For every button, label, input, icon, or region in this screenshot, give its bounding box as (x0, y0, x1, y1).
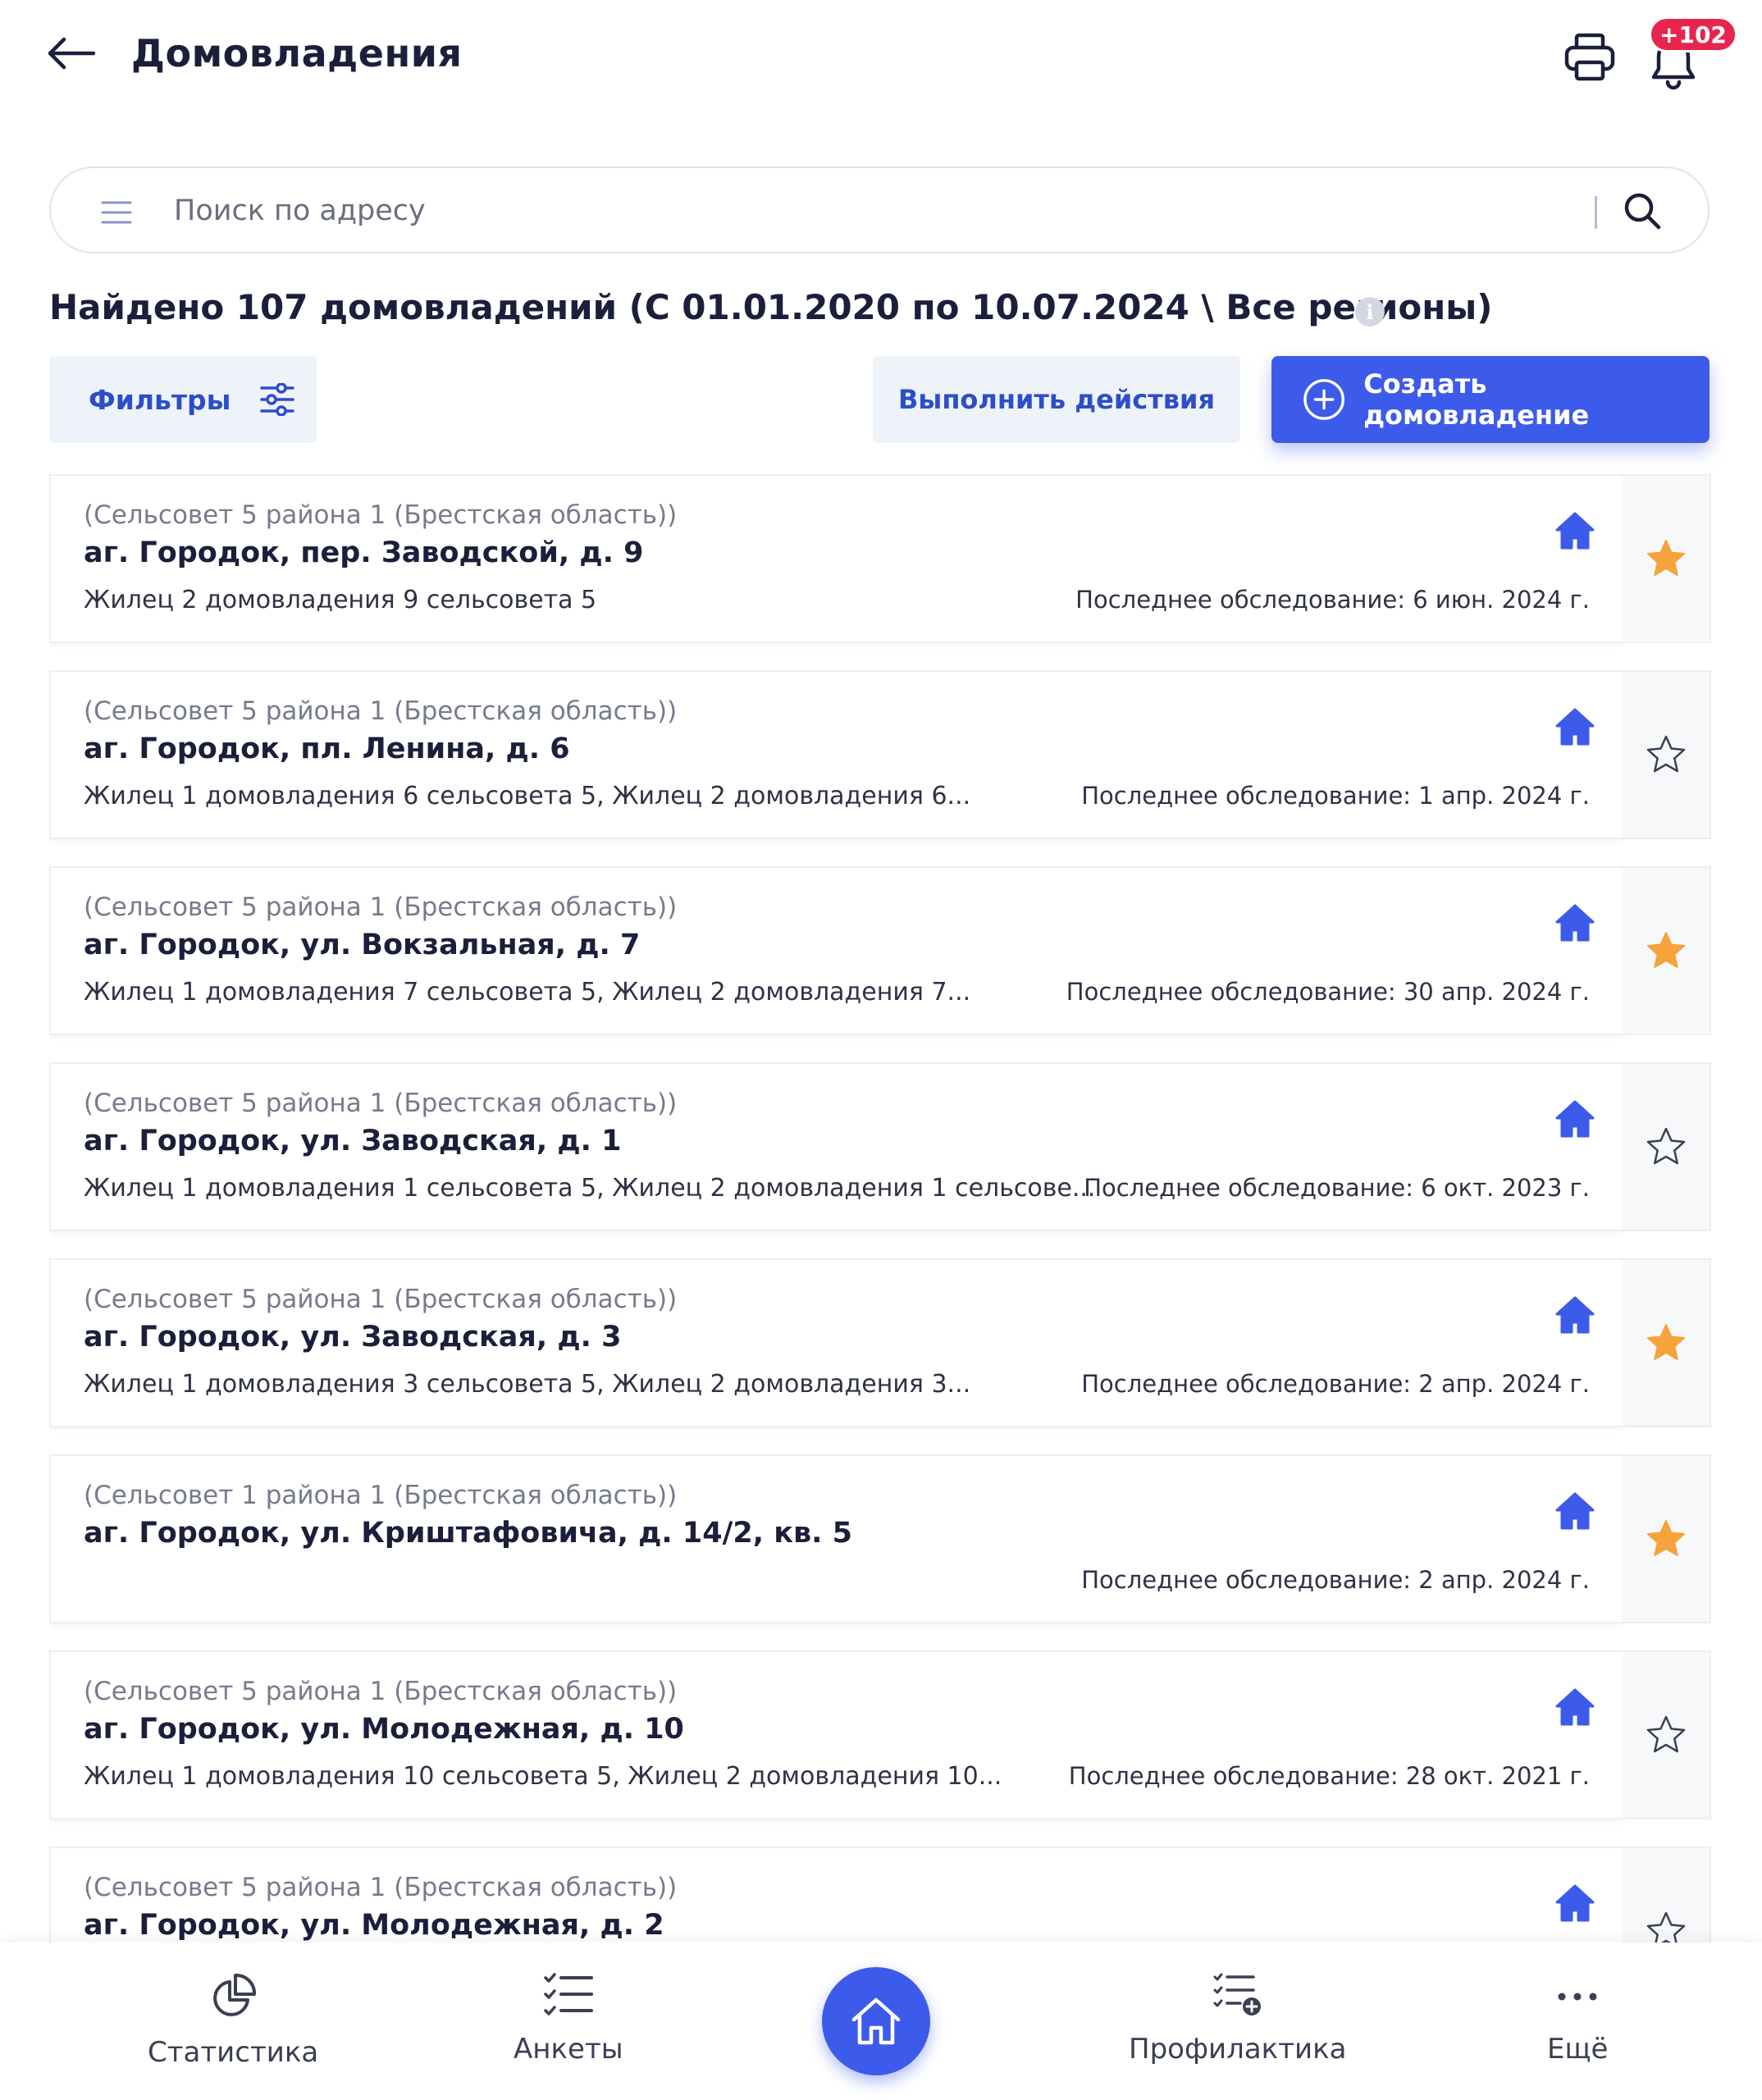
household-residents: Жилец 1 домовладения 6 сельсовета 5, Жил… (84, 782, 971, 810)
household-address: аг. Городок, пл. Ленина, д. 6 (84, 733, 570, 765)
star-filled-icon[interactable] (1623, 474, 1711, 643)
nav-more-label: Ещё (1547, 2033, 1609, 2066)
filters-label: Фильтры (89, 383, 231, 416)
search-divider (1595, 196, 1597, 229)
household-organization: (Сельсовет 5 района 1 (Брестская область… (84, 696, 678, 726)
star-filled-icon[interactable] (1623, 866, 1711, 1035)
household-organization: (Сельсовет 5 района 1 (Брестская область… (84, 1873, 678, 1902)
plus-circle-icon (1303, 379, 1344, 420)
star-outline-icon[interactable] (1623, 670, 1711, 839)
filters-button[interactable]: Фильтры (49, 356, 317, 443)
checklist-icon (544, 1973, 593, 2016)
household-address: аг. Городок, ул. Молодежная, д. 2 (84, 1909, 664, 1942)
household-list: (Сельсовет 5 района 1 (Брестская область… (49, 474, 1713, 1942)
household-card-body[interactable]: (Сельсовет 5 района 1 (Брестская область… (49, 1258, 1623, 1427)
household-card[interactable]: (Сельсовет 1 района 1 (Брестская область… (49, 1454, 1711, 1623)
star-outline-icon[interactable] (1623, 1062, 1711, 1231)
household-last-survey: Последнее обследование: 6 июн. 2024 г. (1075, 586, 1590, 614)
print-button[interactable] (1559, 26, 1621, 89)
household-last-survey: Последнее обследование: 6 окт. 2023 г. (1084, 1174, 1590, 1202)
nav-home-button[interactable] (822, 1967, 930, 2075)
nav-more[interactable]: Ещё (1547, 1975, 1608, 2066)
menu-icon[interactable] (97, 193, 136, 232)
checklist-add-icon (1213, 1973, 1261, 2016)
nav-questionnaires[interactable]: Анкеты (514, 1972, 623, 2066)
household-organization: (Сельсовет 1 района 1 (Брестская область… (84, 1481, 678, 1510)
household-organization: (Сельсовет 5 района 1 (Брестская область… (84, 892, 678, 922)
household-residents: Жилец 1 домовладения 1 сельсовета 5, Жил… (84, 1174, 1096, 1203)
household-card[interactable]: (Сельсовет 5 района 1 (Брестская область… (49, 1847, 1711, 1942)
house-icon (1552, 1881, 1598, 1927)
household-organization: (Сельсовет 5 района 1 (Брестская область… (84, 500, 678, 530)
household-organization: (Сельсовет 5 района 1 (Брестская область… (84, 1677, 678, 1706)
app-header: Домовладения +102 (0, 0, 1762, 115)
household-card-body[interactable]: (Сельсовет 5 района 1 (Брестская область… (49, 474, 1623, 643)
house-icon (1552, 1293, 1598, 1339)
perform-actions-button[interactable]: Выполнить действия (873, 356, 1240, 443)
household-card-body[interactable]: (Сельсовет 5 района 1 (Брестская область… (49, 1062, 1623, 1231)
household-card-body[interactable]: (Сельсовет 5 района 1 (Брестская область… (49, 1650, 1623, 1819)
pie-chart-icon (213, 1973, 257, 2016)
household-last-survey: Последнее обследование: 30 апр. 2024 г. (1066, 978, 1590, 1006)
household-residents: Жилец 1 домовладения 3 сельсовета 5, Жил… (84, 1370, 971, 1399)
house-icon (1552, 901, 1598, 947)
results-summary: Найдено 107 домовладений (С 01.01.2020 п… (49, 287, 1493, 327)
nav-statistics[interactable]: Статистика (148, 1972, 318, 2069)
search-input[interactable] (174, 186, 1609, 235)
house-icon (1552, 1685, 1598, 1731)
search-bar (49, 167, 1710, 253)
household-organization: (Сельсовет 5 района 1 (Брестская область… (84, 1089, 678, 1118)
household-residents: Жилец 1 домовладения 7 сельсовета 5, Жил… (84, 978, 971, 1007)
household-card[interactable]: (Сельсовет 5 района 1 (Брестская область… (49, 474, 1711, 643)
more-dots-icon (1558, 1993, 1597, 2001)
household-card[interactable]: (Сельсовет 5 района 1 (Брестская область… (49, 866, 1711, 1035)
arrow-left-icon (48, 37, 95, 70)
household-card-body[interactable]: (Сельсовет 5 района 1 (Брестская область… (49, 866, 1623, 1035)
star-outline-icon[interactable] (1623, 1847, 1711, 1942)
house-icon (1552, 1097, 1598, 1143)
sliders-icon (260, 383, 295, 416)
household-card[interactable]: (Сельсовет 5 района 1 (Брестская область… (49, 670, 1711, 839)
household-last-survey: Последнее обследование: 2 апр. 2024 г. (1081, 1370, 1590, 1398)
nav-statistics-label: Статистика (148, 2036, 319, 2069)
household-residents: Жилец 2 домовладения 9 сельсовета 5 (84, 586, 597, 614)
page-title: Домовладения (131, 31, 463, 75)
printer-icon (1564, 33, 1615, 81)
search-icon[interactable] (1618, 186, 1667, 235)
household-card[interactable]: (Сельсовет 5 района 1 (Брестская область… (49, 1650, 1711, 1819)
create-household-button[interactable]: Создать домовладение (1271, 356, 1710, 443)
household-address: аг. Городок, ул. Молодежная, д. 10 (84, 1713, 684, 1746)
house-icon (1552, 1489, 1598, 1535)
home-icon (851, 1997, 901, 2045)
household-card-body[interactable]: (Сельсовет 5 района 1 (Брестская область… (49, 670, 1623, 839)
household-address: аг. Городок, ул. Криштафовича, д. 14/2, … (84, 1517, 852, 1550)
back-button[interactable] (43, 25, 100, 82)
star-filled-icon[interactable] (1623, 1454, 1711, 1623)
star-outline-icon[interactable] (1623, 1650, 1711, 1819)
house-icon (1552, 509, 1598, 555)
household-address: аг. Городок, пер. Заводской, д. 9 (84, 536, 644, 569)
nav-questionnaires-label: Анкеты (514, 2033, 623, 2066)
bottom-navigation: Статистика Анкеты Профилактика Ещё (0, 1942, 1762, 2100)
house-icon (1552, 705, 1598, 751)
household-last-survey: Последнее обследование: 2 апр. 2024 г. (1081, 1566, 1590, 1594)
household-residents: Жилец 1 домовладения 10 сельсовета 5, Жи… (84, 1762, 1002, 1791)
create-household-label: Создать домовладение (1363, 368, 1590, 431)
household-address: аг. Городок, ул. Вокзальная, д. 7 (84, 929, 641, 961)
notification-count-badge: +102 (1649, 16, 1737, 52)
household-address: аг. Городок, ул. Заводская, д. 1 (84, 1125, 622, 1157)
info-icon[interactable]: i (1355, 297, 1385, 326)
star-filled-icon[interactable] (1623, 1258, 1711, 1427)
household-card-body[interactable]: (Сельсовет 5 района 1 (Брестская область… (49, 1847, 1623, 1942)
household-card-body[interactable]: (Сельсовет 1 района 1 (Брестская область… (49, 1454, 1623, 1623)
household-organization: (Сельсовет 5 района 1 (Брестская область… (84, 1285, 678, 1314)
nav-prevention-label: Профилактика (1129, 2033, 1347, 2066)
household-last-survey: Последнее обследование: 1 апр. 2024 г. (1081, 782, 1590, 810)
household-last-survey: Последнее обследование: 28 окт. 2021 г. (1068, 1762, 1590, 1790)
household-address: аг. Городок, ул. Заводская, д. 3 (84, 1321, 622, 1354)
household-card[interactable]: (Сельсовет 5 района 1 (Брестская область… (49, 1062, 1711, 1231)
household-card[interactable]: (Сельсовет 5 района 1 (Брестская область… (49, 1258, 1711, 1427)
nav-prevention[interactable]: Профилактика (1129, 1972, 1347, 2066)
